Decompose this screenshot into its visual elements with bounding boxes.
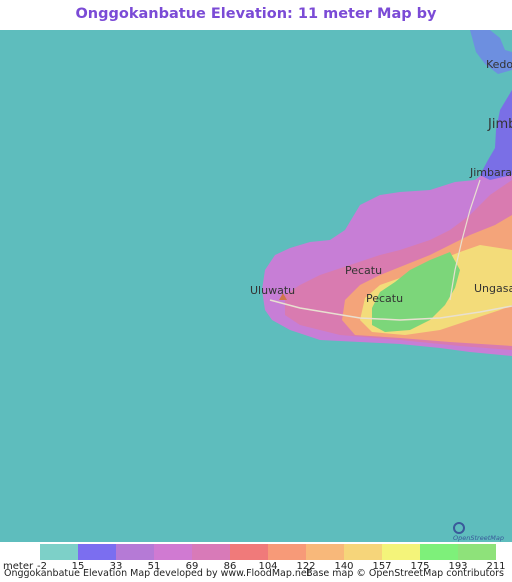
legend-swatch bbox=[458, 544, 496, 560]
elevation-map[interactable]: Kedo Jimb Jimbaran Pecatu Uluwatu Pecatu… bbox=[0, 30, 512, 542]
place-label: Ungasan bbox=[474, 282, 512, 295]
magnifier-icon bbox=[453, 522, 465, 534]
openstreetmap-logo: OpenStreetMap bbox=[453, 522, 509, 542]
osm-logo-text: OpenStreetMap bbox=[453, 534, 504, 542]
footer-credit: Onggokanbatue Elevation Map developed by… bbox=[4, 568, 311, 579]
legend-swatch bbox=[344, 544, 382, 560]
place-label: Jimb bbox=[488, 117, 512, 132]
legend-swatch bbox=[154, 544, 192, 560]
place-label: Kedo bbox=[486, 58, 512, 71]
place-label: Uluwatu bbox=[250, 284, 296, 297]
place-label: Pecatu bbox=[366, 292, 404, 305]
footer-basemap-credit: Base map © OpenStreetMap contributors bbox=[306, 568, 504, 579]
legend-swatch bbox=[192, 544, 230, 560]
legend-swatch bbox=[40, 544, 78, 560]
legend-swatch bbox=[420, 544, 458, 560]
place-label: Pecatu bbox=[345, 264, 383, 277]
temple-icon bbox=[279, 293, 287, 300]
legend-swatch bbox=[78, 544, 116, 560]
legend-swatch bbox=[306, 544, 344, 560]
legend-swatch bbox=[116, 544, 154, 560]
place-label: Jimbaran bbox=[470, 166, 512, 179]
legend-swatch bbox=[382, 544, 420, 560]
page-title: Onggokanbatue Elevation: 11 meter Map by… bbox=[75, 6, 437, 50]
legend-swatch bbox=[230, 544, 268, 560]
legend-swatch bbox=[268, 544, 306, 560]
